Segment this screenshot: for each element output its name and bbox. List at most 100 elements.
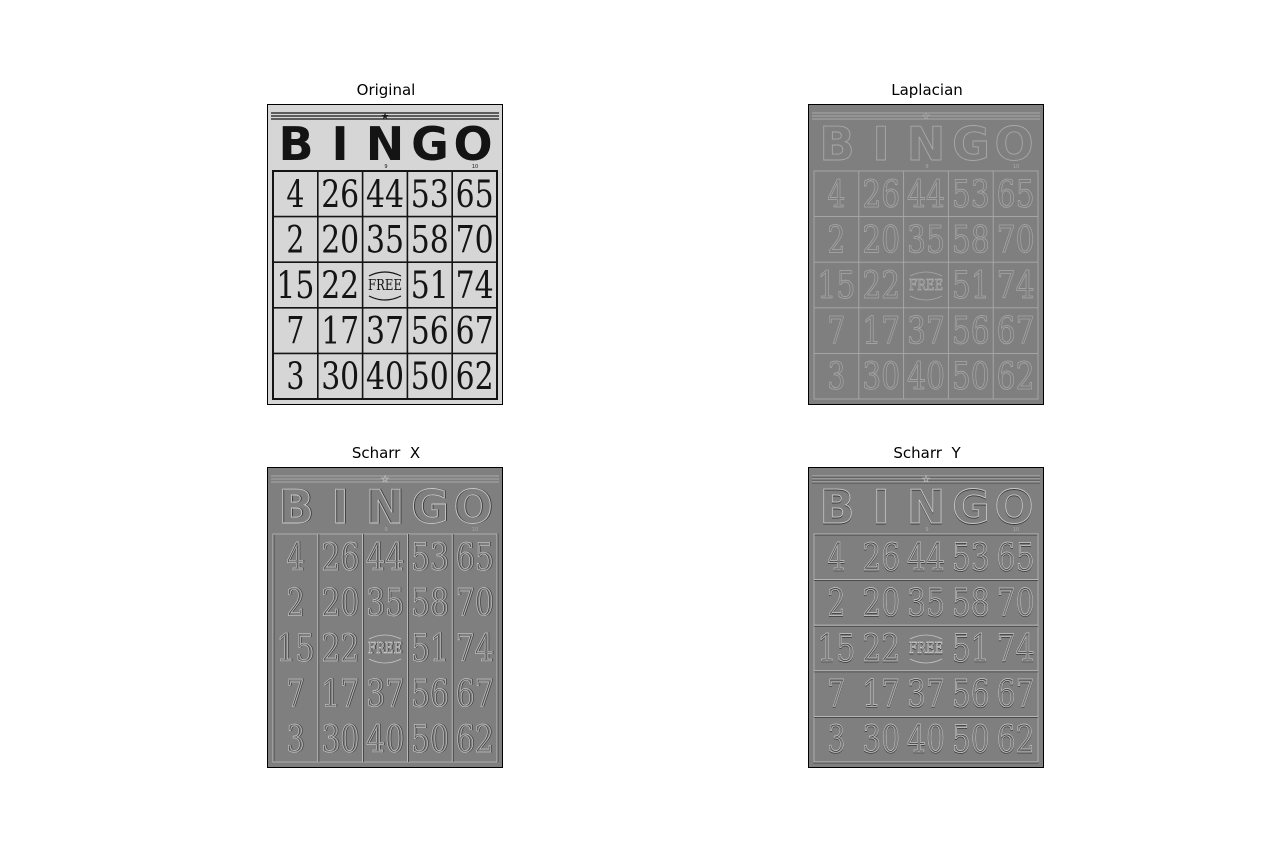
free-space: FREE	[909, 639, 943, 657]
bingo-number: 65	[997, 536, 1035, 579]
bingo-number: 20	[321, 581, 359, 624]
bingo-number: 74	[456, 627, 494, 670]
panel-laplacian: Laplacian ★ B I N G O 9 10 4 26 44 53 65 2 20 35 58 70 15 2…	[808, 81, 1046, 407]
image-laplacian: ★ B I N G O 9 10 4 26 44 53 65 2 20 35 58 70 15 22 FREE 51 74 7…	[808, 104, 1044, 405]
bingo-number: 22	[862, 264, 900, 307]
header-letter-b: B	[278, 117, 313, 171]
bingo-number: 44	[907, 536, 945, 579]
header-letter-o: O	[453, 480, 492, 534]
panel-title: Scharr X	[351, 444, 421, 462]
bingo-number: 40	[366, 355, 404, 398]
bingo-number: 74	[456, 264, 494, 307]
bingo-number: 50	[411, 355, 449, 398]
bingo-number: 15	[817, 627, 855, 670]
bingo-number: 3	[286, 355, 304, 398]
bingo-number: 44	[366, 173, 404, 216]
bingo-number: 15	[276, 627, 314, 670]
bingo-number: 40	[907, 355, 945, 398]
panel-title: Original	[356, 81, 416, 99]
bingo-number: 56	[411, 310, 449, 353]
bingo-number: 70	[997, 581, 1035, 624]
bingo-number: 44	[907, 173, 945, 216]
bingo-number: 56	[952, 310, 990, 353]
bingo-number: 51	[411, 264, 449, 307]
bingo-number: 62	[997, 355, 1035, 398]
bingo-number: 44	[366, 536, 404, 579]
bingo-number: 58	[952, 218, 990, 261]
free-space: FREE	[368, 639, 402, 657]
bingo-number: 58	[411, 581, 449, 624]
panel-title: Scharr Y	[893, 444, 961, 462]
bingo-number: 22	[862, 627, 900, 670]
panel-scharr-y: Scharr Y ★ B B I I N N G G O O 9 10 4 4 26 26 44 44 53 53 65 6…	[808, 444, 1046, 770]
bingo-number: 35	[907, 581, 945, 624]
bingo-number: 22	[321, 627, 359, 670]
bingo-number: 2	[286, 581, 304, 624]
header-letter-i: I	[872, 480, 889, 534]
bingo-number: 17	[321, 310, 359, 353]
bingo-number: 74	[997, 627, 1035, 670]
bingo-number: 7	[827, 673, 845, 716]
panel-original: Original ★ B I N G O 9 10 4 26 44 53 65 2 20 35 58 70 15 22…	[267, 81, 505, 407]
bingo-number: 40	[907, 718, 945, 761]
bingo-number: 67	[456, 673, 494, 716]
bingo-number: 20	[321, 218, 359, 261]
bingo-number: 7	[286, 310, 304, 353]
header-letter-o: O	[994, 480, 1033, 534]
bingo-number: 70	[456, 581, 494, 624]
bingo-number: 3	[286, 718, 304, 761]
bingo-number: 50	[952, 718, 990, 761]
bingo-number: 67	[997, 310, 1035, 353]
bingo-number: 62	[997, 718, 1035, 761]
image-scharr-y: ★ B B I I N N G G O O 9 10 4 4 26 26 44 44 53 53 65 65 2 2 20 20 35…	[808, 467, 1044, 768]
header-letter-g: G	[952, 117, 990, 171]
bingo-number: 37	[366, 310, 404, 353]
bingo-number: 56	[952, 673, 990, 716]
header-letter-g: G	[411, 480, 449, 534]
header-letter-i: I	[331, 480, 348, 534]
bingo-number: 35	[366, 581, 404, 624]
bingo-number: 58	[411, 218, 449, 261]
header-letter-g: G	[952, 480, 990, 534]
header-letter-b: B	[819, 480, 854, 534]
bingo-number: 30	[862, 718, 900, 761]
bingo-number: 3	[827, 718, 845, 761]
panel-scharr-x: Scharr X ★ B B I I N N G G O O 9 10 4 4 26 26 44 44 53 53 65 6…	[267, 444, 505, 770]
bingo-number: 4	[286, 536, 304, 579]
header-letter-n: N	[907, 480, 946, 534]
free-space: FREE	[368, 276, 402, 294]
bingo-number: 7	[827, 310, 845, 353]
bingo-number: 30	[321, 355, 359, 398]
bingo-number: 37	[907, 310, 945, 353]
bingo-number: 3	[827, 355, 845, 398]
header-letter-b: B	[278, 480, 313, 534]
header-small-mark: 9	[384, 164, 387, 170]
bingo-number: 51	[952, 627, 990, 670]
header-letter-g: G	[411, 117, 449, 171]
bingo-number: 37	[366, 673, 404, 716]
header-letter-n: N	[366, 480, 405, 534]
bingo-number: 37	[907, 673, 945, 716]
bingo-number: 65	[997, 173, 1035, 216]
header-letter-b: B	[819, 117, 854, 171]
bingo-number: 70	[456, 218, 494, 261]
bingo-number: 2	[827, 218, 845, 261]
header-small-mark: 10	[472, 527, 478, 533]
panel-title: Laplacian	[891, 81, 963, 99]
bingo-number: 74	[997, 264, 1035, 307]
bingo-number: 26	[321, 536, 359, 579]
bingo-number: 17	[862, 673, 900, 716]
bingo-number: 15	[817, 264, 855, 307]
bingo-number: 2	[286, 218, 304, 261]
bingo-number: 20	[862, 218, 900, 261]
header-small-mark: 9	[384, 527, 387, 533]
bingo-number: 22	[321, 264, 359, 307]
bingo-number: 4	[286, 173, 304, 216]
bingo-number: 26	[862, 173, 900, 216]
bingo-number: 53	[952, 536, 990, 579]
bingo-number: 15	[276, 264, 314, 307]
bingo-number: 35	[907, 218, 945, 261]
bingo-number: 67	[456, 310, 494, 353]
bingo-card: ★BB II NN GG OO9 1044 2626 4444 5353 656522 2020 35…	[271, 475, 499, 763]
bingo-number: 51	[952, 264, 990, 307]
